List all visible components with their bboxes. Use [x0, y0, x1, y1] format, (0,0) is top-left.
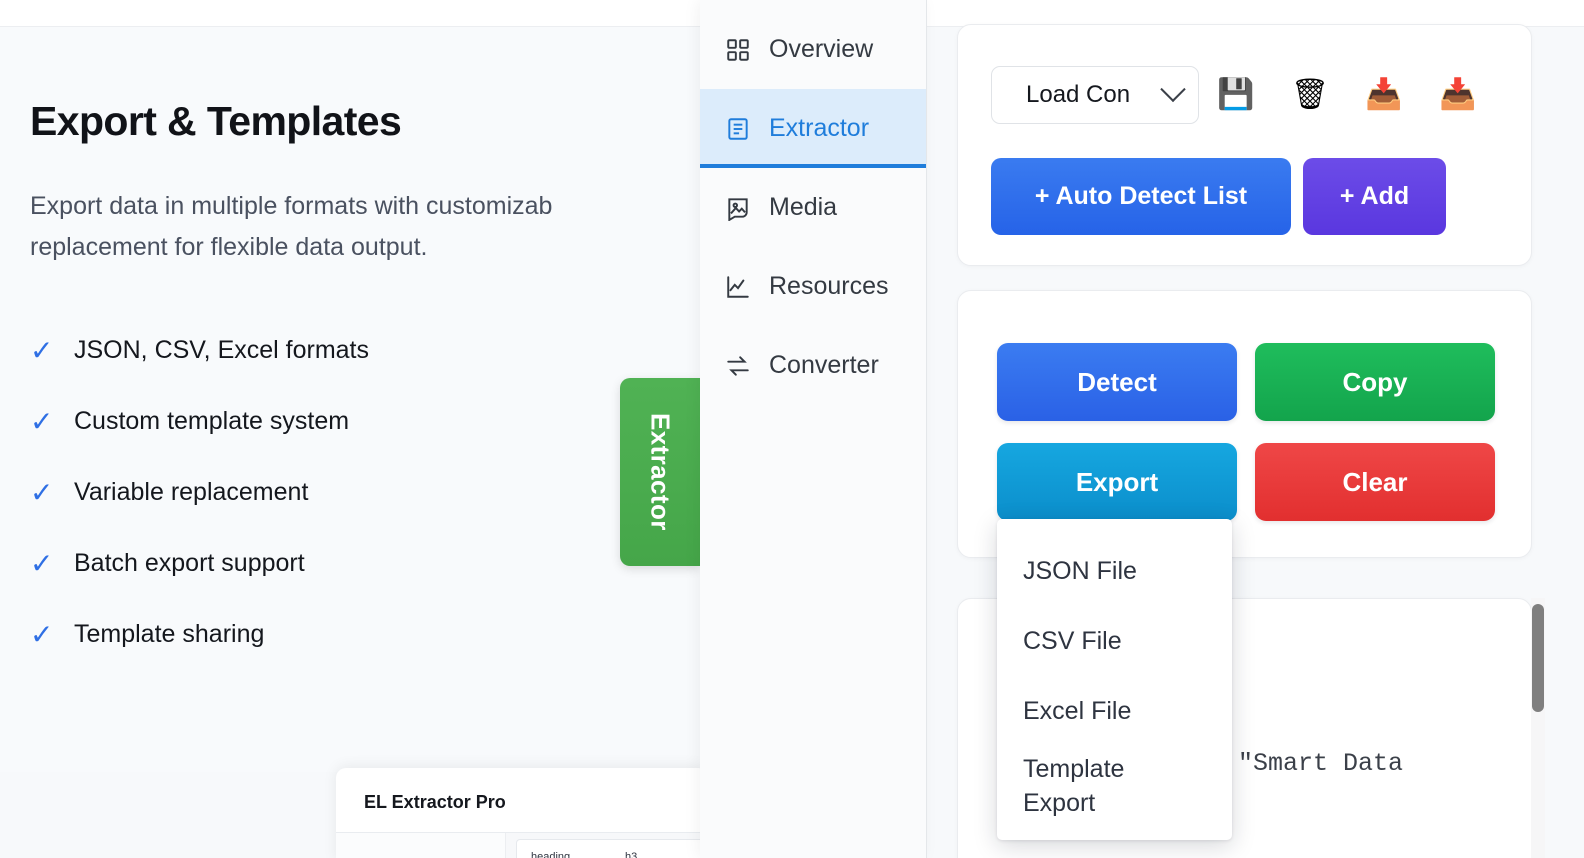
extractor-side-tab[interactable]: Extractor [620, 378, 700, 566]
list-item: ✓ JSON, CSV, Excel formats [30, 315, 700, 386]
config-button-row: + Auto Detect List + Add [991, 158, 1446, 235]
check-icon: ✓ [30, 476, 54, 508]
list-item: ✓ Variable replacement [30, 457, 700, 528]
scrollbar-thumb[interactable] [1532, 604, 1544, 712]
app-root: Export & Templates Export data in multip… [0, 0, 1584, 858]
menu-item-template-export[interactable]: Template Export [997, 747, 1232, 835]
chevron-down-icon [1160, 76, 1186, 103]
sidebar-item-extractor[interactable]: Extractor [700, 89, 926, 168]
feature-item-label: Template sharing [74, 620, 265, 649]
feature-description: Export data in multiple formats with cus… [30, 192, 553, 261]
sidebar-nav: Overview Extractor Media Resources Conve… [700, 0, 927, 858]
action-button-grid: Detect Copy Export Clear [997, 343, 1495, 521]
feature-item-label: Batch export support [74, 549, 305, 578]
sidebar-item-label: Converter [769, 351, 879, 379]
export-tray-icon[interactable]: 📥 [1421, 66, 1495, 124]
table-cell-key: heading [531, 850, 571, 858]
check-icon: ✓ [30, 618, 54, 650]
detect-button[interactable]: Detect [997, 343, 1237, 421]
save-floppy-icon[interactable]: 💾 [1199, 66, 1273, 124]
feature-item-label: JSON, CSV, Excel formats [74, 336, 369, 365]
grid-icon [724, 36, 751, 63]
menu-item-csv-file[interactable]: CSV File [997, 607, 1232, 677]
extractor-pro-body: heading h3 [336, 832, 708, 858]
menu-item-json-file[interactable]: JSON File [997, 537, 1232, 607]
list-item: ✓ Custom template system [30, 386, 700, 457]
config-toolbar-row: Load Con 💾 🗑 📥 📥 [991, 66, 1495, 124]
clear-button[interactable]: Clear [1255, 443, 1495, 521]
transfer-icon [724, 352, 751, 379]
feature-item-label: Variable replacement [74, 478, 309, 507]
sidebar-item-converter[interactable]: Converter [700, 326, 926, 405]
image-icon [724, 194, 751, 221]
check-icon: ✓ [30, 405, 54, 437]
list-item: ✓ Template sharing [30, 599, 700, 670]
add-button[interactable]: + Add [1303, 158, 1446, 235]
sidebar-item-resources[interactable]: Resources [700, 247, 926, 326]
extractor-pro-title: EL Extractor Pro [364, 792, 506, 812]
table-cell-value: h3 [625, 850, 638, 858]
copy-button[interactable]: Copy [1255, 343, 1495, 421]
sidebar-item-media[interactable]: Media [700, 168, 926, 247]
sidebar-item-label: Media [769, 193, 838, 221]
feature-item-label: Custom template system [74, 407, 350, 436]
sidebar-item-label: Extractor [769, 114, 870, 142]
menu-item-excel-file[interactable]: Excel File [997, 677, 1232, 747]
sidebar-item-label: Resources [769, 272, 889, 300]
import-tray-icon[interactable]: 📥 [1347, 66, 1421, 124]
auto-detect-list-button[interactable]: + Auto Detect List [991, 158, 1291, 235]
extractor-pro-left-pane [336, 833, 506, 858]
config-toolbar-card: Load Con 💾 🗑 📥 📥 + Auto Detect List + Ad… [957, 24, 1532, 266]
export-format-menu: JSON File CSV File Excel File Template E… [997, 519, 1232, 840]
load-config-select[interactable]: Load Con [991, 66, 1199, 124]
code-text-line: "Smart Data [1238, 749, 1404, 778]
menu-item-template-export-line2: Export [1023, 788, 1096, 817]
extractor-side-tab-label: Extractor [645, 413, 676, 531]
feature-panel: Export & Templates Export data in multip… [0, 27, 700, 772]
list-item: ✓ Batch export support [30, 528, 700, 599]
sidebar-item-label: Overview [769, 35, 874, 63]
sidebar-item-overview[interactable]: Overview [700, 10, 926, 89]
extractor-pro-card: EL Extractor Pro heading h3 [336, 768, 708, 858]
feature-checklist: ✓ JSON, CSV, Excel formats ✓ Custom temp… [30, 315, 700, 670]
actions-card: Detect Copy Export Clear [957, 290, 1532, 558]
table-row: heading h3 [516, 839, 708, 858]
export-button[interactable]: Export [997, 443, 1237, 521]
trash-icon[interactable]: 🗑 [1273, 66, 1347, 124]
menu-item-template-export-line1: Template [1023, 755, 1125, 783]
document-icon [724, 115, 751, 142]
page-title: Export & Templates [30, 98, 402, 144]
check-icon: ✓ [30, 334, 54, 366]
check-icon: ✓ [30, 547, 54, 579]
chart-line-icon [724, 273, 751, 300]
load-config-select-value: Load Con [1026, 81, 1131, 108]
